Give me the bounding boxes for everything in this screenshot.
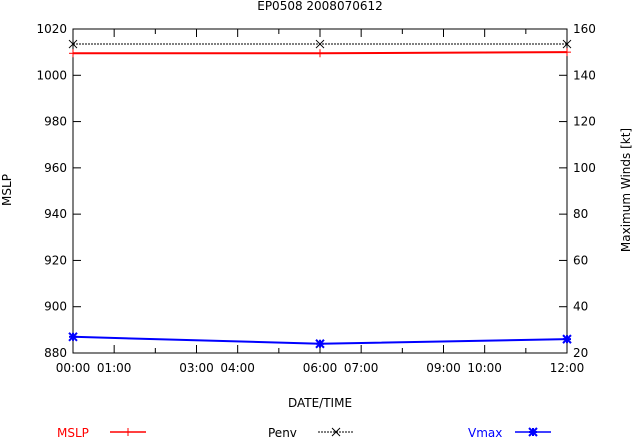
legend-label: Vmax [468, 426, 502, 437]
y-tick-label: 960 [44, 161, 67, 175]
x-tick-label: 07:00 [344, 361, 379, 375]
x-tick-label: 10:00 [467, 361, 502, 375]
y2-tick-label: 160 [573, 22, 596, 36]
x-tick-label: 06:00 [303, 361, 338, 375]
x-tick-label: 12:00 [550, 361, 585, 375]
y2-tick-label: 80 [573, 207, 588, 221]
y-tick-label: 980 [44, 115, 67, 129]
chart-title: EP0508 2008070612 [257, 0, 383, 13]
legend-label: Penv [268, 426, 297, 437]
x-tick-label: 09:00 [426, 361, 461, 375]
y-tick-label: 920 [44, 253, 67, 267]
series-penv [68, 39, 572, 49]
x-axis-label: DATE/TIME [288, 396, 352, 410]
chart-container: EP0508 2008070612 DATE/TIME MSLP Maximum… [0, 0, 635, 437]
y-tick-label: 940 [44, 207, 67, 221]
plot-frame [72, 28, 568, 354]
x-tick-label: 01:00 [97, 361, 132, 375]
series-vmax [68, 332, 572, 349]
x-tick-label: 03:00 [179, 361, 214, 375]
y2-axis-label: Maximum Winds [kt] [619, 128, 633, 252]
y-axis-label: MSLP [0, 174, 14, 206]
y-tick-label: 1020 [36, 22, 67, 36]
y2-tick-label: 40 [573, 300, 588, 314]
y2-tick-label: 100 [573, 161, 596, 175]
y-tick-label: 900 [44, 300, 67, 314]
x-tick-label: 00:00 [56, 361, 91, 375]
y-tick-label: 880 [44, 346, 67, 360]
y2-tick-label: 140 [573, 68, 596, 82]
x-tick-label: 04:00 [220, 361, 255, 375]
y2-tick-label: 60 [573, 253, 588, 267]
y2-tick-label: 20 [573, 346, 588, 360]
y-tick-label: 1000 [36, 68, 67, 82]
legend-label: MSLP [57, 426, 89, 437]
series-mslp [69, 48, 571, 58]
y2-tick-label: 120 [573, 115, 596, 129]
chart: EP0508 2008070612 DATE/TIME MSLP Maximum… [0, 0, 633, 437]
